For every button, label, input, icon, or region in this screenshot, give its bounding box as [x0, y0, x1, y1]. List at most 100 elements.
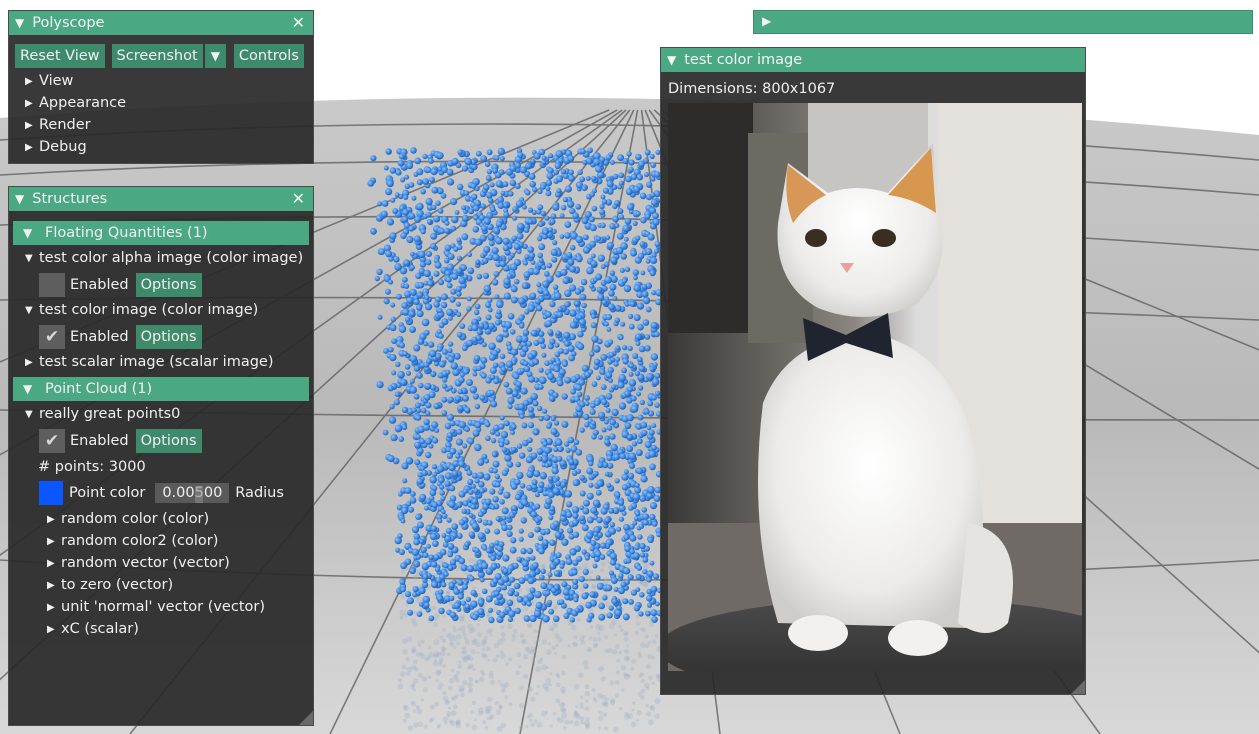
- point: [640, 270, 646, 276]
- point: [641, 283, 648, 290]
- point-reflection: [500, 632, 506, 637]
- collapse-arrow-icon[interactable]: ▼: [15, 192, 24, 206]
- point: [533, 610, 542, 618]
- point: [618, 374, 627, 382]
- point: [470, 589, 477, 596]
- point: [596, 516, 603, 524]
- point: [388, 279, 394, 285]
- section-view[interactable]: ▶ View: [25, 73, 73, 89]
- color-image-options-button[interactable]: Options: [135, 325, 202, 349]
- point: [441, 318, 449, 326]
- point: [383, 165, 389, 171]
- point: [519, 414, 525, 419]
- point: [580, 148, 586, 155]
- point-color-swatch[interactable]: [39, 481, 63, 505]
- point-reflection: [632, 701, 636, 705]
- quantity-item[interactable]: ▶ random color2 (color): [47, 533, 218, 549]
- resize-grip-icon[interactable]: [299, 711, 313, 725]
- point: [574, 288, 582, 295]
- quantity-item[interactable]: ▶ random vector (vector): [47, 555, 230, 571]
- point: [600, 369, 606, 375]
- point: [606, 327, 612, 332]
- alpha-image-options-button[interactable]: Options: [135, 273, 202, 297]
- quantity-item[interactable]: ▶ to zero (vector): [47, 577, 173, 593]
- point: [628, 462, 636, 469]
- tree-alpha-image[interactable]: ▼ test color alpha image (color image): [25, 250, 303, 266]
- point-reflection: [432, 606, 437, 611]
- point: [446, 263, 455, 272]
- screenshot-options-dropdown[interactable]: ▼: [204, 44, 226, 68]
- collapse-arrow-icon[interactable]: ▼: [15, 16, 24, 30]
- image-window-titlebar[interactable]: ▼ test color image: [661, 48, 1085, 72]
- point: [516, 556, 522, 562]
- point-reflection: [467, 682, 474, 688]
- close-icon[interactable]: ✕: [292, 13, 305, 32]
- alpha-image-enabled-checkbox[interactable]: [39, 273, 65, 297]
- floating-quantities-header[interactable]: ▼ Floating Quantities (1): [13, 221, 309, 245]
- point: [576, 391, 583, 398]
- point: [653, 573, 660, 580]
- point: [416, 202, 424, 211]
- section-appearance[interactable]: ▶ Appearance: [25, 95, 126, 111]
- quantity-item[interactable]: ▶ unit 'normal' vector (vector): [47, 599, 265, 615]
- point: [588, 482, 594, 488]
- point: [625, 175, 632, 183]
- point-reflection: [544, 577, 550, 583]
- radius-input[interactable]: 0.00500: [155, 483, 230, 503]
- point-reflection: [398, 678, 402, 683]
- point-reflection: [631, 708, 635, 712]
- points-options-button[interactable]: Options: [135, 429, 202, 453]
- point: [645, 594, 653, 602]
- close-icon[interactable]: ✕: [292, 189, 305, 208]
- point: [454, 395, 461, 402]
- point: [466, 565, 474, 573]
- polyscope-titlebar[interactable]: ▼ Polyscope ✕: [9, 11, 313, 35]
- radius-slider-handle[interactable]: [195, 486, 204, 503]
- quantity-item[interactable]: ▶ random color (color): [47, 511, 209, 527]
- point: [416, 478, 424, 485]
- color-image-enabled-checkbox[interactable]: ✔: [39, 325, 65, 349]
- point: [488, 616, 495, 624]
- point: [521, 335, 529, 343]
- point: [389, 324, 397, 332]
- point: [370, 155, 377, 162]
- point: [443, 562, 449, 569]
- point-reflection: [597, 631, 601, 635]
- resize-grip-icon[interactable]: [1071, 680, 1085, 694]
- point: [639, 399, 646, 405]
- point: [528, 376, 535, 383]
- point: [431, 204, 437, 210]
- expand-arrow-icon[interactable]: ▶: [762, 14, 771, 28]
- point-reflection: [402, 649, 408, 655]
- collapsed-window-titlebar[interactable]: ▶: [753, 10, 1253, 34]
- section-debug[interactable]: ▶ Debug: [25, 139, 87, 155]
- collapse-arrow-icon[interactable]: ▼: [667, 53, 676, 67]
- cat-eye-left: [805, 229, 827, 247]
- point: [543, 414, 551, 421]
- point: [650, 609, 658, 617]
- points-enabled-checkbox[interactable]: ✔: [39, 429, 65, 453]
- point: [471, 613, 479, 621]
- point-reflection: [561, 702, 566, 706]
- screenshot-button[interactable]: Screenshot: [111, 44, 203, 68]
- point-cloud-header[interactable]: ▼ Point Cloud (1): [13, 377, 309, 401]
- point: [438, 279, 445, 286]
- point: [585, 601, 593, 609]
- point: [586, 467, 594, 475]
- quantity-item[interactable]: ▶ xC (scalar): [47, 621, 139, 637]
- point: [455, 438, 463, 446]
- structures-titlebar[interactable]: ▼ Structures ✕: [9, 187, 313, 211]
- tree-color-image[interactable]: ▼ test color image (color image): [25, 302, 258, 318]
- point: [471, 324, 479, 332]
- point: [551, 313, 557, 320]
- point: [637, 438, 643, 444]
- scalar-image-label: test scalar image (scalar image): [39, 354, 274, 370]
- reset-view-button[interactable]: Reset View: [15, 44, 105, 68]
- point: [381, 210, 388, 218]
- tree-points[interactable]: ▼ really great points0: [25, 406, 180, 422]
- tree-scalar-image[interactable]: ▶ test scalar image (scalar image): [25, 354, 274, 370]
- controls-button[interactable]: Controls: [233, 44, 304, 68]
- section-render[interactable]: ▶ Render: [25, 117, 91, 133]
- point: [575, 235, 584, 244]
- point: [527, 446, 533, 452]
